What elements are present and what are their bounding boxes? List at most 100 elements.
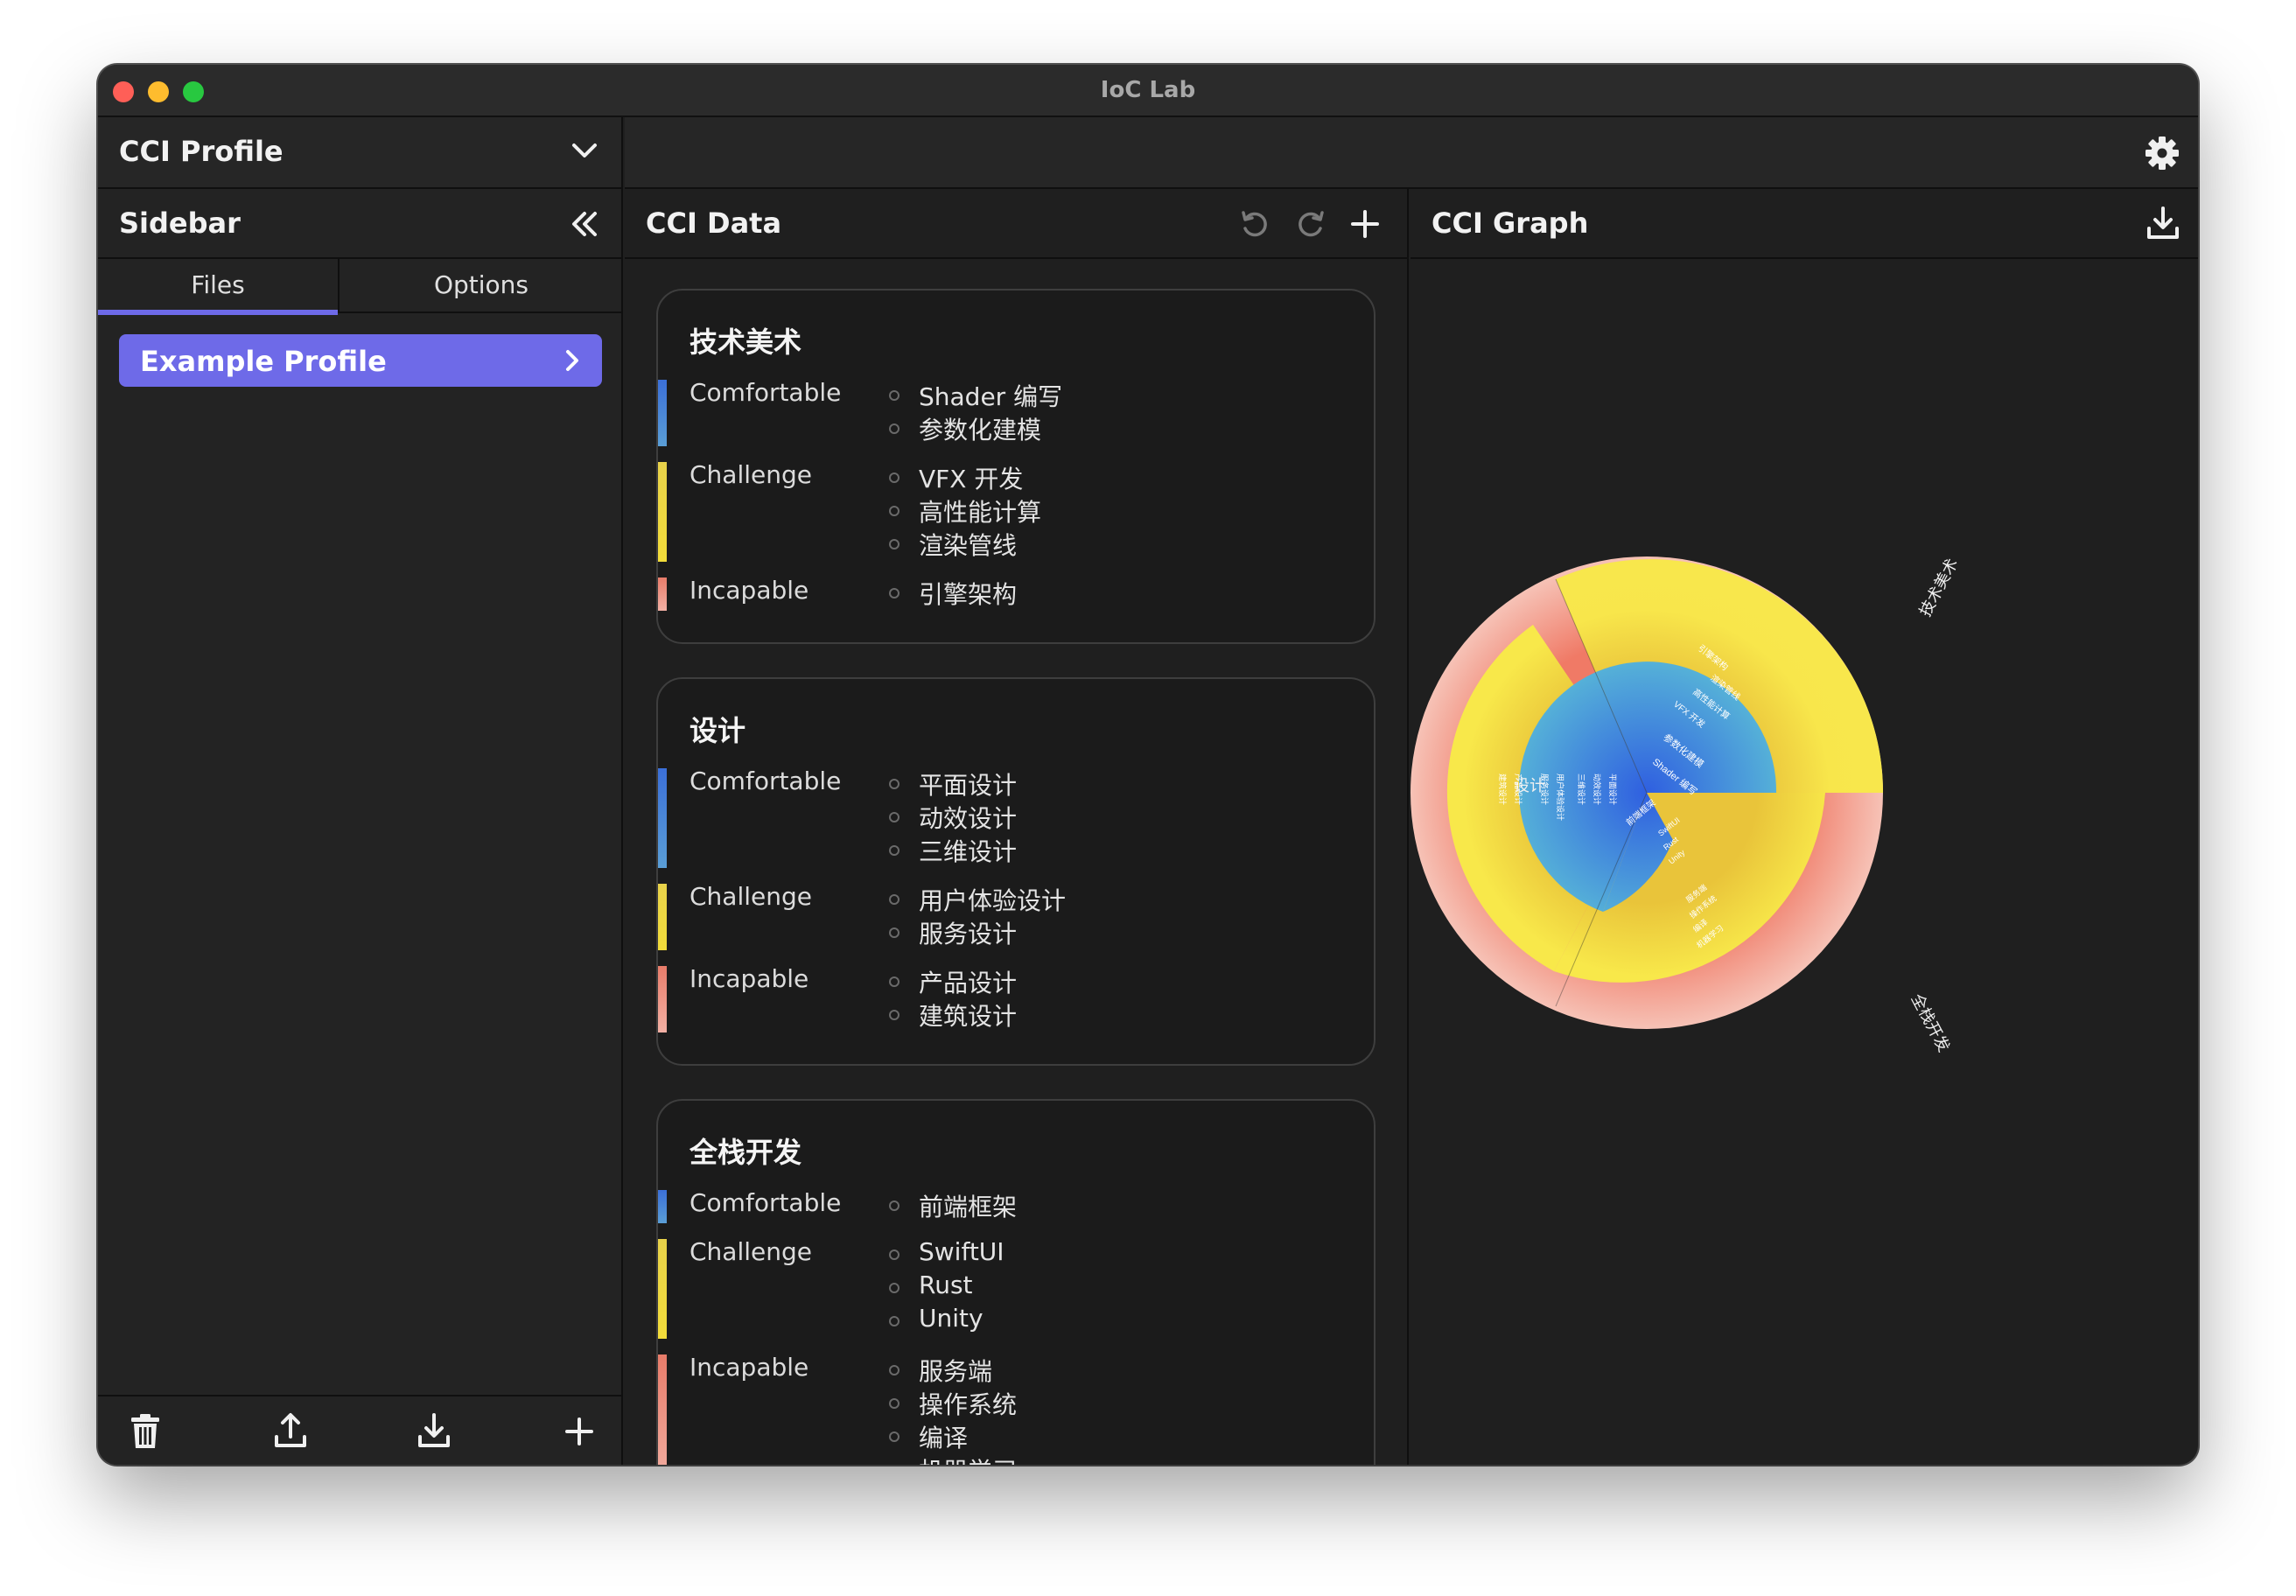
title-bar: IoC Lab [98, 65, 2198, 117]
skill-item[interactable]: SwiftUI [889, 1237, 1004, 1270]
incapable-bar [658, 966, 667, 1032]
bullet-icon [889, 506, 900, 516]
category-title: 全栈开发 [690, 1136, 802, 1169]
skill-item[interactable]: 服务设计 [889, 915, 1066, 948]
plus-icon[interactable] [562, 1412, 597, 1451]
comfortable-bar [658, 1190, 667, 1223]
tab-files[interactable]: Files [98, 259, 340, 315]
skill-label: 建筑设计 [919, 1002, 1018, 1031]
skill-item[interactable]: 用户体验设计 [889, 882, 1066, 915]
skill-label: 三维设计 [919, 837, 1018, 866]
gear-icon[interactable] [2144, 135, 2180, 172]
trash-icon[interactable] [128, 1412, 163, 1451]
skill-label: VFX 开发 [919, 465, 1024, 494]
bullet-icon [889, 894, 900, 905]
skill-label: 动效设计 [919, 804, 1018, 833]
level-label: Incapable [690, 576, 809, 605]
incapable-bar [658, 578, 667, 611]
graph-skill-label: 建筑设计 [1498, 774, 1508, 805]
skill-item[interactable]: 服务端 [889, 1353, 1017, 1386]
download-icon[interactable] [2146, 206, 2180, 242]
double-chevron-left-icon[interactable] [567, 206, 602, 242]
bullet-icon [889, 1200, 900, 1211]
skill-label: Shader 编写 [919, 382, 1063, 411]
skill-list: 平面设计 动效设计 三维设计 [889, 766, 1017, 866]
level-label: Challenge [690, 1237, 812, 1266]
bullet-icon [889, 812, 900, 822]
graph-skill-label: 用户体验设计 [1556, 774, 1565, 821]
cci-data-panel: CCI Data 技术美术 Comfortable Shader 编写 参数化建… [625, 189, 1409, 1465]
undo-icon[interactable] [1237, 206, 1272, 242]
plus-icon[interactable] [1348, 206, 1382, 242]
skill-item[interactable]: 动效设计 [889, 800, 1017, 833]
skill-list: 用户体验设计 服务设计 [889, 882, 1066, 948]
skill-item[interactable]: 参数化建模 [889, 411, 1062, 444]
category-card[interactable]: 全栈开发 Comfortable 前端框架 Challenge SwiftUI … [656, 1099, 1376, 1465]
skill-label: 渲染管线 [919, 531, 1018, 560]
skill-item[interactable]: Unity [889, 1304, 1004, 1337]
skill-item[interactable]: 三维设计 [889, 833, 1017, 866]
cci-sunburst-graph[interactable]: 技术美术 设计 全栈开发 参数化建模 Shader 编写 引擎架构 渲染管线 高… [1410, 259, 2198, 1465]
skill-label: 用户体验设计 [919, 886, 1067, 915]
bullet-icon [889, 779, 900, 789]
incapable-bar [658, 1354, 667, 1465]
skill-item[interactable]: VFX 开发 [889, 460, 1041, 494]
window-title: IoC Lab [1100, 77, 1196, 103]
skill-item[interactable]: 操作系统 [889, 1386, 1017, 1419]
level-label: Incapable [690, 1353, 809, 1382]
graph-category-label: 技术美术 [1916, 556, 1961, 620]
bullet-icon [889, 1250, 900, 1260]
tab-options[interactable]: Options [340, 259, 623, 313]
profile-selector-label: CCI Profile [119, 135, 284, 168]
skill-item[interactable]: 产品设计 [889, 964, 1017, 998]
skill-label: 引擎架构 [919, 580, 1018, 609]
bullet-icon [889, 1432, 900, 1442]
skill-label: 服务设计 [919, 920, 1018, 948]
bullet-icon [889, 390, 900, 401]
skill-label: 产品设计 [919, 969, 1018, 998]
cci-graph-header: CCI Graph [1410, 189, 2198, 259]
download-icon[interactable] [416, 1412, 452, 1451]
skill-item[interactable]: 引擎架构 [889, 576, 1017, 609]
skill-item[interactable]: 平面设计 [889, 766, 1017, 800]
skill-item[interactable]: 编译 [889, 1419, 1017, 1452]
skill-label: Unity [919, 1304, 984, 1333]
level-label: Incapable [690, 964, 809, 993]
redo-icon[interactable] [1293, 206, 1328, 242]
skill-label: 服务端 [919, 1357, 993, 1386]
skill-list: 产品设计 建筑设计 [889, 964, 1017, 1031]
skill-item[interactable]: 渲染管线 [889, 527, 1041, 560]
graph-skill-label: 服务设计 [1540, 774, 1550, 805]
challenge-bar [658, 1239, 667, 1339]
file-item-example-profile[interactable]: Example Profile [119, 334, 602, 387]
skill-list: VFX 开发 高性能计算 渲染管线 [889, 460, 1041, 560]
skill-item[interactable]: 建筑设计 [889, 998, 1017, 1031]
comfortable-bar [658, 380, 667, 446]
comfortable-bar [658, 768, 667, 868]
bullet-icon [889, 1010, 900, 1020]
bullet-icon [889, 845, 900, 856]
upload-icon[interactable] [273, 1412, 308, 1451]
chevron-right-icon [566, 350, 578, 371]
category-card[interactable]: 技术美术 Comfortable Shader 编写 参数化建模 Challen… [656, 289, 1376, 644]
category-card[interactable]: 设计 Comfortable 平面设计 动效设计 三维设计 Challenge … [656, 677, 1376, 1066]
sidebar-tabs: Files Options [98, 259, 623, 315]
graph-category-label: 全栈开发 [1908, 990, 1952, 1054]
skill-item[interactable]: 前端框架 [889, 1188, 1017, 1222]
skill-item[interactable]: 高性能计算 [889, 494, 1041, 527]
bullet-icon [889, 976, 900, 987]
skill-item[interactable]: 机器学习 [889, 1452, 1017, 1465]
level-label: Comfortable [690, 766, 842, 795]
chevron-down-icon[interactable] [567, 133, 602, 168]
skill-list: 引擎架构 [889, 576, 1017, 609]
graph-skill-label: 产品设计 [1514, 774, 1523, 805]
skill-list: SwiftUI Rust Unity [889, 1237, 1004, 1337]
bullet-icon [889, 588, 900, 598]
bullet-icon [889, 1398, 900, 1409]
bullet-icon [889, 539, 900, 550]
skill-label: 前端框架 [919, 1193, 1018, 1222]
profile-selector[interactable]: CCI Profile [98, 117, 621, 189]
skill-item[interactable]: Shader 编写 [889, 378, 1062, 411]
cci-data-header: CCI Data [625, 189, 1407, 259]
skill-item[interactable]: Rust [889, 1270, 1004, 1304]
